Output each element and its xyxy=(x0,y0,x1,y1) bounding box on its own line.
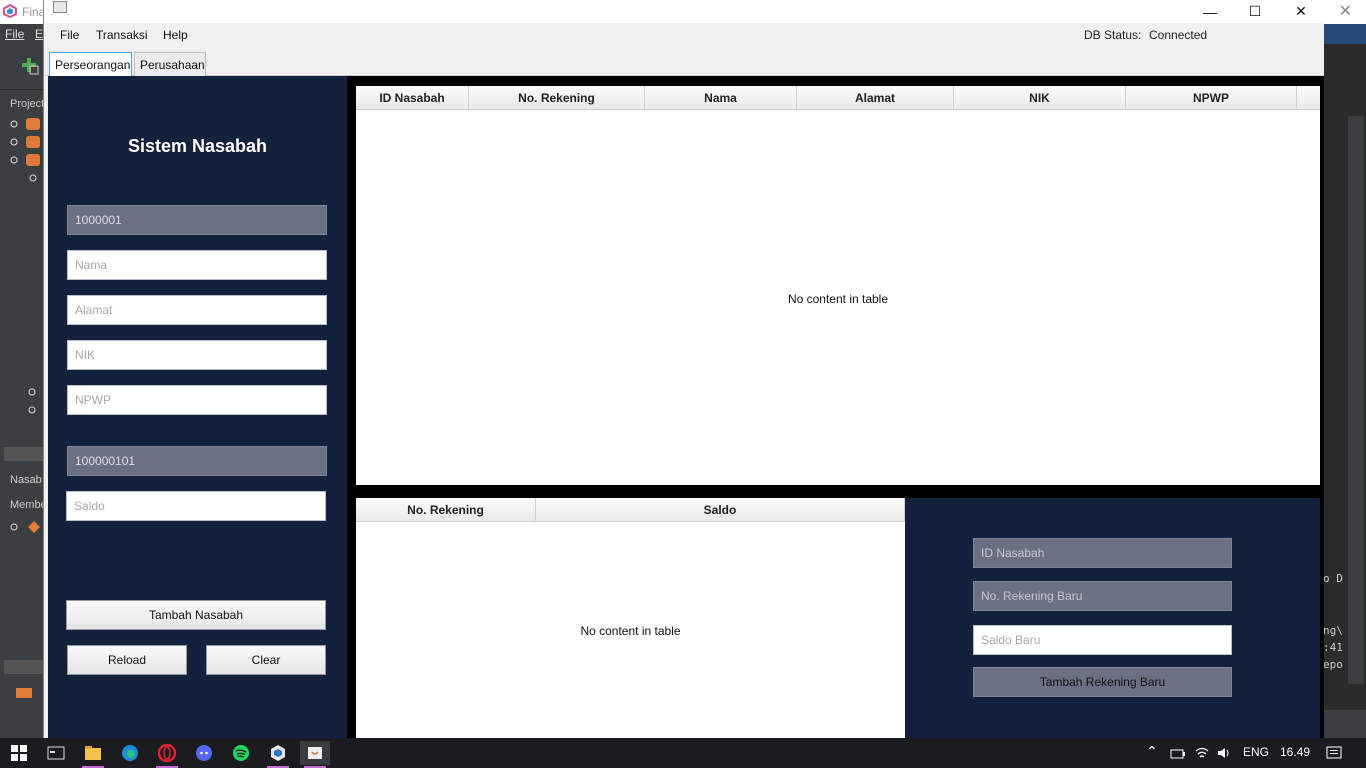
menu-transaksi[interactable]: Transaksi xyxy=(96,28,148,42)
tambah-nasabah-button[interactable]: Tambah Nasabah xyxy=(66,600,326,630)
ide-menu-edit[interactable]: E xyxy=(35,27,43,41)
java-icon xyxy=(308,747,322,759)
tab-content: Sistem Nasabah 1000001 Nama Alamat NIK N… xyxy=(48,76,1324,738)
edge-icon xyxy=(122,745,138,761)
alamat-input[interactable]: Alamat xyxy=(67,295,327,325)
npwp-input[interactable]: NPWP xyxy=(67,385,327,415)
taskbar-discord[interactable] xyxy=(189,741,219,765)
battery-icon[interactable] xyxy=(1170,748,1186,760)
chevron-up-icon[interactable]: ⌃ xyxy=(1146,743,1158,760)
spotify-icon xyxy=(233,745,249,761)
file-explorer-icon xyxy=(85,746,101,760)
reload-button[interactable]: Reload xyxy=(67,645,187,675)
db-status-label: DB Status: xyxy=(1084,28,1142,42)
console-line: :41 xyxy=(1323,641,1343,654)
members-label[interactable]: Membe xyxy=(10,499,47,511)
tab-perusahaan[interactable]: Perusahaan xyxy=(134,52,206,76)
ide-title-text: Fina xyxy=(22,5,46,19)
projects-tab-label[interactable]: Project xyxy=(10,98,44,110)
rekening-id-nasabah-field[interactable]: ID Nasabah xyxy=(973,538,1232,568)
tab-bar: Perseorangan Perusahaan xyxy=(44,47,1324,76)
new-project-icon[interactable] xyxy=(20,56,40,76)
taskbar-opera[interactable] xyxy=(152,741,182,768)
console-line: ng\ xyxy=(1323,624,1343,637)
rekening-table-header: No. Rekening Saldo xyxy=(356,498,905,522)
empty-table-message: No content in table xyxy=(787,292,889,306)
volume-icon[interactable] xyxy=(1216,746,1232,760)
column-header[interactable]: NPWP xyxy=(1126,86,1297,110)
rekening-form-panel: ID Nasabah No. Rekening Baru Saldo Baru … xyxy=(905,498,1320,738)
ide-projects-panel: Project Nasab Membe xyxy=(0,94,47,710)
saldo-baru-input[interactable]: Saldo Baru xyxy=(973,625,1232,655)
ide-scrollbar-2[interactable] xyxy=(4,660,44,674)
ide-menu-file[interactable]: File xyxy=(5,27,24,41)
column-header[interactable]: Saldo xyxy=(536,498,905,522)
console-scrollbar[interactable] xyxy=(1348,116,1364,684)
tab-perseorangan[interactable]: Perseorangan xyxy=(49,52,132,76)
nasabah-table[interactable]: ID Nasabah No. Rekening Nama Alamat NIK … xyxy=(356,86,1320,485)
nasabah-table-header: ID Nasabah No. Rekening Nama Alamat NIK … xyxy=(356,86,1320,110)
ide-status-icon xyxy=(16,688,32,698)
column-header[interactable]: No. Rekening xyxy=(469,86,645,110)
start-button[interactable] xyxy=(4,741,34,765)
clear-button[interactable]: Clear xyxy=(206,645,326,675)
ide-toolbar xyxy=(0,44,44,90)
menu-file[interactable]: File xyxy=(60,28,79,42)
console-line: o D xyxy=(1323,572,1343,585)
menu-help[interactable]: Help xyxy=(163,28,188,42)
discord-icon xyxy=(196,745,212,761)
tree-node-icon[interactable] xyxy=(25,386,39,416)
column-header[interactable]: Nama xyxy=(645,86,797,110)
tambah-rekening-button[interactable]: Tambah Rekening Baru xyxy=(973,667,1232,697)
column-header[interactable]: ID Nasabah xyxy=(356,86,469,110)
ide-close-icon[interactable]: ✕ xyxy=(1339,1,1352,21)
minimize-button[interactable]: — xyxy=(1187,0,1233,23)
task-view-button[interactable] xyxy=(41,741,71,765)
nik-input[interactable]: NIK xyxy=(67,340,327,370)
column-header[interactable]: No. Rekening xyxy=(356,498,536,522)
window-app-icon xyxy=(53,1,67,13)
taskbar-explorer[interactable] xyxy=(78,741,108,768)
nasabah-form-panel: Sistem Nasabah 1000001 Nama Alamat NIK N… xyxy=(48,76,347,738)
close-button[interactable]: ✕ xyxy=(1278,0,1324,23)
taskbar: ⌃ ENG 16.49 xyxy=(0,738,1366,768)
nama-input[interactable]: Nama xyxy=(67,250,327,280)
member-node-icon[interactable] xyxy=(8,520,44,534)
ide-scrollbar[interactable] xyxy=(4,447,44,461)
no-rekening-baru-field[interactable]: No. Rekening Baru xyxy=(973,581,1232,611)
ide-output-panel: o D ng\ :41 epo xyxy=(1323,24,1366,710)
taskbar-java[interactable] xyxy=(300,741,330,768)
task-view-icon xyxy=(47,746,65,760)
opera-icon xyxy=(158,744,176,762)
netbeans-icon xyxy=(271,745,285,761)
no-rekening-field[interactable]: 100000101 xyxy=(67,446,327,476)
maximize-button[interactable]: ☐ xyxy=(1232,0,1278,23)
language-indicator[interactable]: ENG xyxy=(1243,745,1269,759)
app-window: — ☐ ✕ File Transaksi Help DB Status: Con… xyxy=(43,0,1324,738)
console-line: epo xyxy=(1323,658,1343,671)
navigator-tab-label[interactable]: Nasab xyxy=(10,474,42,486)
taskbar-edge[interactable] xyxy=(115,741,145,765)
column-header[interactable]: NIK xyxy=(954,86,1126,110)
ide-search-bar[interactable] xyxy=(1323,24,1366,44)
page-title: Sistem Nasabah xyxy=(127,136,268,156)
windows-icon xyxy=(11,745,27,761)
empty-table-message: No content in table xyxy=(580,624,681,638)
clock[interactable]: 16.49 xyxy=(1280,745,1310,759)
menubar: File Transaksi Help DB Status: Connected xyxy=(44,23,1324,47)
window-titlebar[interactable]: — ☐ ✕ xyxy=(44,0,1324,23)
ide-logo-icon xyxy=(3,4,17,18)
notification-icon[interactable] xyxy=(1326,746,1342,760)
id-nasabah-field[interactable]: 1000001 xyxy=(67,205,327,235)
taskbar-netbeans[interactable] xyxy=(263,741,293,768)
saldo-input[interactable]: Saldo xyxy=(66,491,326,521)
db-status-value: Connected xyxy=(1149,28,1208,42)
rekening-table[interactable]: No. Rekening Saldo No content in table xyxy=(356,498,905,738)
taskbar-spotify[interactable] xyxy=(226,741,256,765)
project-tree-icon[interactable] xyxy=(8,116,44,186)
column-header[interactable]: Alamat xyxy=(797,86,954,110)
wifi-icon[interactable] xyxy=(1194,746,1210,760)
